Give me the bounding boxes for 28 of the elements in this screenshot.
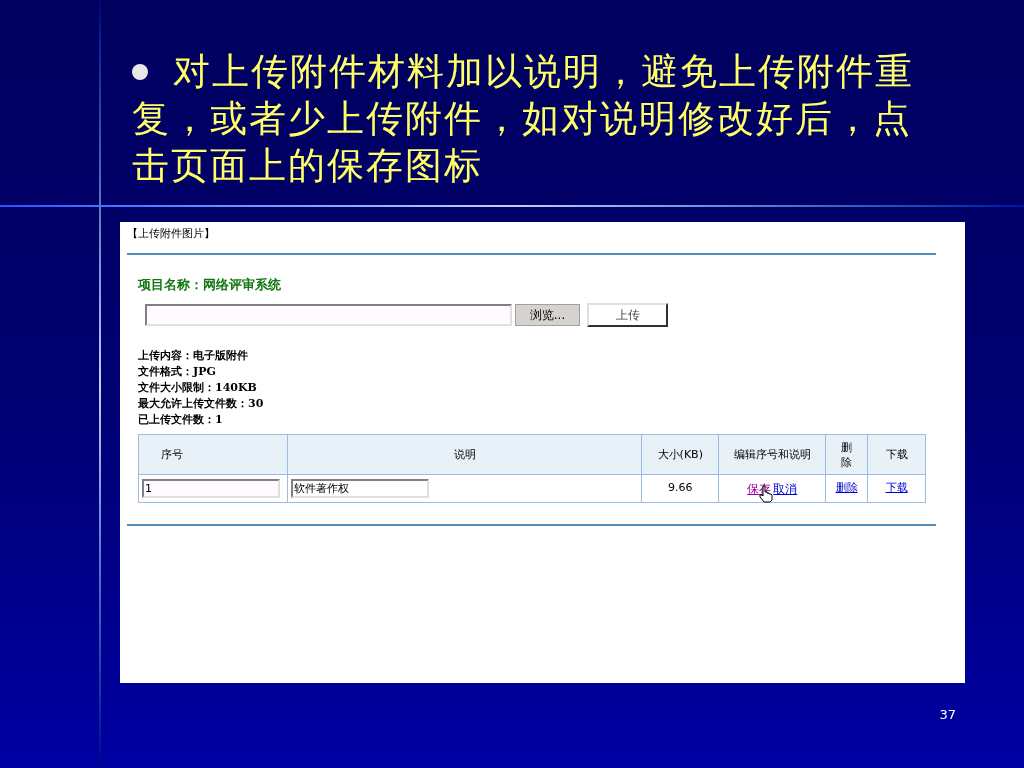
description-field[interactable]: 软件著作权 (290, 479, 429, 498)
column-header: 说明 (286, 435, 642, 474)
page-number: 37 (939, 706, 956, 724)
info-line: 上传内容：电子版附件 (138, 348, 248, 364)
column-header: 下载 (867, 435, 925, 474)
bullet-icon (132, 63, 148, 80)
cancel-link[interactable]: 取消 (773, 479, 798, 498)
column-header: 序号 (160, 447, 184, 463)
index-field[interactable]: 1 (142, 479, 280, 498)
slide-text-line: 对上传附件材料加以说明，避免上传附件重 (173, 49, 914, 95)
info-line: 文件格式：JPG (138, 364, 216, 380)
slide-text-line: 复，或者少上传附件，如对说明修改好后，点 (132, 96, 912, 142)
column-header: 编辑序号和说明 (718, 435, 826, 474)
upload-button[interactable]: 上传 (587, 303, 668, 327)
page-heading: 【上传附件图片】 (127, 226, 215, 242)
info-line: 最大允许上传文件数：30 (138, 396, 264, 412)
project-name: 项目名称：网络评审系统 (138, 275, 281, 294)
browse-button[interactable]: 浏览... (515, 304, 580, 326)
column-header: 删除 (825, 435, 868, 474)
hand-cursor-icon (759, 485, 774, 503)
download-link[interactable]: 下载 (885, 480, 908, 497)
slide-text-line: 击页面上的保存图标 (132, 143, 483, 189)
info-line: 文件大小限制：140KB (138, 380, 257, 396)
column-header: 大小(KB) (641, 435, 719, 474)
info-line: 已上传文件数：1 (138, 412, 223, 428)
size-cell: 9.66 (668, 480, 693, 497)
file-path-field[interactable] (145, 304, 512, 326)
delete-link[interactable]: 删除 (835, 480, 858, 497)
